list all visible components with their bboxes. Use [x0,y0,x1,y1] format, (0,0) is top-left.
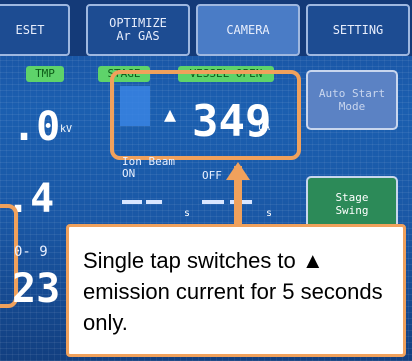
annotation-callout: Single tap switches to ▲ emission curren… [66,224,406,357]
screen-photo: ESET OPTIMIZE Ar GAS CAMERA SETTING TMP … [0,0,412,361]
annotation-text: Single tap switches to ▲ emission curren… [83,248,383,335]
callout-pointer-head [226,162,250,180]
